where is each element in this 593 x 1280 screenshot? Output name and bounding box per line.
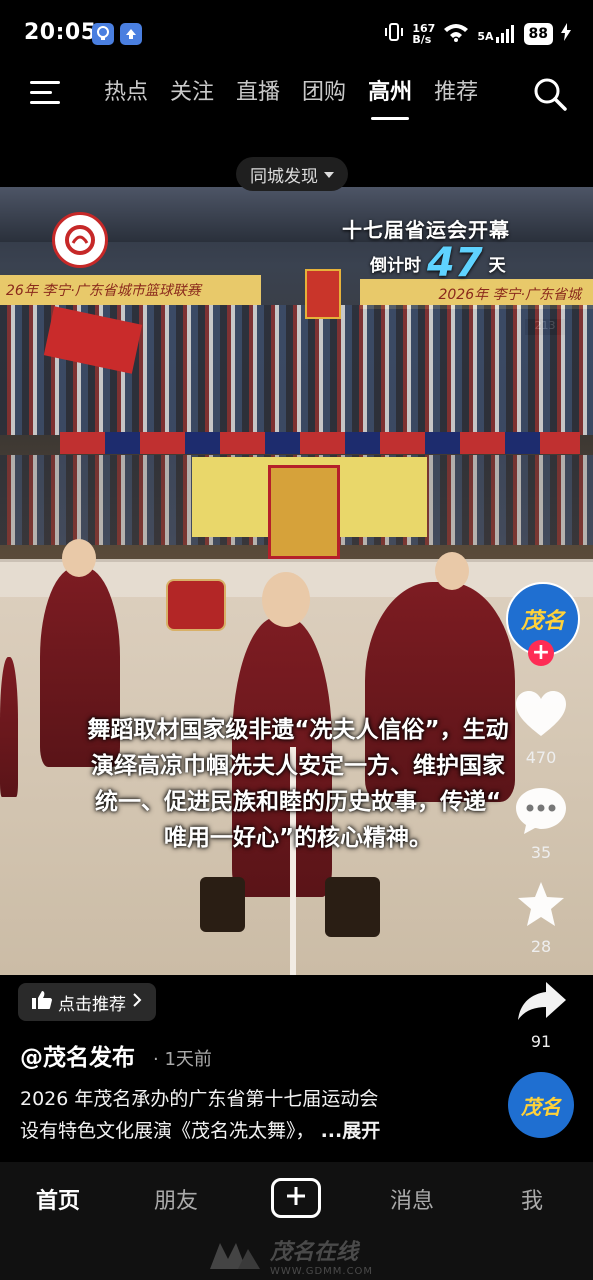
post-time-value: 1天前: [164, 1049, 212, 1070]
favorite-star-icon[interactable]: [516, 880, 566, 932]
tab-hot[interactable]: 热点: [104, 74, 148, 114]
create-post-button[interactable]: [271, 1178, 321, 1218]
caption-line: 舞蹈取材国家级非遗“冼夫人信俗”，生动: [87, 717, 509, 743]
follow-button[interactable]: +: [528, 640, 554, 666]
bulb-notification-icon: [92, 23, 114, 45]
caption-line: 演绎高凉巾帼冼夫人安定一方、维护国家: [91, 753, 505, 779]
recommend-label: 点击推荐: [58, 994, 126, 1015]
tab-following[interactable]: 关注: [170, 74, 214, 114]
event-title: 十七届省运会开幕: [342, 218, 510, 242]
comment-icon[interactable]: [514, 786, 568, 840]
like-icon[interactable]: [514, 690, 568, 744]
drum: [166, 579, 226, 631]
small-flag: [305, 269, 341, 319]
post-description[interactable]: 2026 年茂名承办的广东省第十七届运动会 设有特色文化展演《茂名冼太舞》， .…: [20, 1083, 490, 1147]
cell-signal: 5A: [477, 25, 515, 43]
author-line: @茂名发布 · 1天前: [20, 1038, 212, 1072]
vibrate-icon: [384, 22, 404, 46]
description-line: 设有特色文化展演《茂名冼太舞》，: [20, 1120, 315, 1142]
video-caption: 舞蹈取材国家级非遗“冼夫人信俗”，生动 演绎高凉巾帼冼夫人安定一方、维护国家 统…: [78, 712, 518, 856]
menu-icon[interactable]: [30, 80, 62, 106]
author-name[interactable]: @茂名发布: [20, 1038, 135, 1072]
nav-tabs: 热点 关注 直播 团购 高州 推荐: [104, 74, 478, 114]
countdown-number: 47: [427, 240, 483, 286]
led-board: [60, 432, 580, 454]
local-discover-label: 同城发现: [250, 166, 318, 187]
bottom-tab-home[interactable]: 首页: [36, 1183, 80, 1215]
caption-line: 统一、促进民族和睦的历史故事，传递“: [94, 789, 502, 815]
thumbs-up-icon: [32, 990, 52, 1014]
dancer-center-boot-right: [325, 877, 380, 937]
bottom-tab-me[interactable]: 我: [521, 1183, 543, 1215]
net-speed: 167 B/s: [412, 23, 435, 45]
post-time: · 1天前: [153, 1049, 212, 1070]
status-icons: 167 B/s 5A 88: [384, 20, 571, 48]
favorite-count: 28: [530, 937, 552, 956]
plus-icon: [286, 1186, 306, 1210]
expand-link[interactable]: ...展开: [321, 1120, 381, 1142]
share-count: 91: [530, 1032, 552, 1051]
caret-down-icon: [324, 164, 334, 184]
broadcaster-logo: [52, 212, 108, 268]
watermark-logo-icon: [208, 1237, 262, 1275]
share-icon[interactable]: [516, 980, 568, 1026]
stage-banner: [268, 465, 340, 559]
countdown: 倒计时 47 天: [370, 240, 506, 286]
tab-group-buy[interactable]: 团购: [302, 74, 346, 114]
tab-live[interactable]: 直播: [236, 74, 280, 114]
site-watermark: 茂名在线 WWW.GDMM.COM: [208, 1234, 373, 1277]
dancer-center-boot-left: [200, 877, 245, 932]
dancer-center-head: [262, 572, 310, 627]
recommend-button[interactable]: 点击推荐: [18, 983, 156, 1021]
watermark-text: 茂名在线: [270, 1240, 359, 1265]
comment-count: 35: [530, 843, 552, 862]
search-icon[interactable]: [532, 76, 568, 112]
countdown-suffix: 天: [488, 256, 506, 276]
charging-icon: [561, 23, 571, 45]
signal-bars-icon: [495, 25, 514, 43]
dancer-right-head: [435, 552, 469, 590]
battery-level: 88: [523, 23, 553, 45]
arena-banner-left: 26年 李宁·广东省城市篮球联赛: [0, 275, 261, 305]
net-speed-unit: B/s: [412, 33, 432, 46]
countdown-prefix: 倒计时: [370, 256, 421, 276]
dancer-left-head: [62, 539, 96, 577]
dancer-edge: [0, 657, 18, 797]
like-count: 470: [525, 748, 557, 767]
bottom-tab-friends[interactable]: 朋友: [154, 1183, 198, 1215]
chevron-right-icon: [132, 992, 142, 1012]
status-time: 20:05: [24, 20, 97, 45]
upload-notification-icon: [120, 23, 142, 45]
tab-gaozhou[interactable]: 高州: [368, 74, 412, 114]
bottom-tab-messages[interactable]: 消息: [390, 1183, 434, 1215]
description-line: 2026 年茂名承办的广东省第十七届运动会: [20, 1088, 379, 1110]
watermark-url: WWW.GDMM.COM: [270, 1266, 374, 1277]
caption-line: 唯用一好心”的核心精神。: [163, 825, 433, 851]
signal-label: 5A: [477, 30, 494, 43]
music-disc-avatar[interactable]: 茂名: [508, 1072, 574, 1138]
video-player[interactable]: 26年 李宁·广东省城市篮球联赛 2026年 李宁·广东省城 213: [0, 187, 593, 975]
tab-recommended[interactable]: 推荐: [434, 74, 478, 114]
local-discover-dropdown[interactable]: 同城发现: [236, 157, 348, 191]
wifi-icon: [443, 22, 469, 46]
